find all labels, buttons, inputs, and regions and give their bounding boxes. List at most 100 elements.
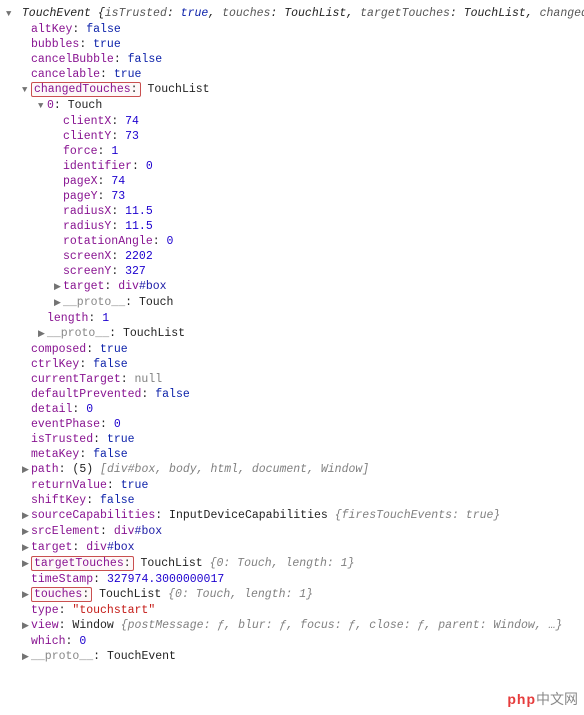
row-currentTarget[interactable]: currentTarget: null	[6, 372, 578, 387]
row-screenY[interactable]: screenY: 327	[6, 264, 578, 279]
row-metaKey[interactable]: metaKey: false	[6, 447, 578, 462]
row-touch-target[interactable]: ▶target: div#box	[6, 279, 578, 295]
prop-val: true	[121, 479, 149, 492]
root-object[interactable]: ▼ TouchEvent {isTrusted: true, touches: …	[6, 6, 578, 22]
row-view[interactable]: ▶view: Window {postMessage: ƒ, blur: ƒ, …	[6, 618, 578, 634]
row-path[interactable]: ▶path: (5) [div#box, body, html, documen…	[6, 462, 578, 478]
row-force[interactable]: force: 1	[6, 144, 578, 159]
row-radiusX[interactable]: radiusX: 11.5	[6, 204, 578, 219]
elem-tag: div	[118, 280, 139, 293]
row-cancelable[interactable]: cancelable: true	[6, 67, 578, 82]
preview-val: TouchList	[464, 7, 526, 20]
watermark: php中文网	[507, 692, 578, 707]
prop-key: screenX	[63, 250, 111, 263]
row-composed[interactable]: composed: true	[6, 342, 578, 357]
chevron-right-icon: ▶	[22, 541, 30, 556]
row-ct-length[interactable]: length: 1	[6, 311, 578, 326]
row-returnValue[interactable]: returnValue: true	[6, 478, 578, 493]
row-ctrlKey[interactable]: ctrlKey: false	[6, 357, 578, 372]
row-type[interactable]: type: "touchstart"	[6, 603, 578, 618]
prop-val: 2202	[125, 250, 153, 263]
prop-val: Window	[72, 619, 113, 632]
chevron-right-icon: ▶	[22, 525, 30, 540]
row-defaultPrevented[interactable]: defaultPrevented: false	[6, 387, 578, 402]
prop-key: metaKey	[31, 448, 79, 461]
row-pageY[interactable]: pageY: 73	[6, 189, 578, 204]
row-touch-proto[interactable]: ▶__proto__: Touch	[6, 295, 578, 311]
row-radiusY[interactable]: radiusY: 11.5	[6, 219, 578, 234]
row-screenX[interactable]: screenX: 2202	[6, 249, 578, 264]
row-clientX[interactable]: clientX: 74	[6, 114, 578, 129]
prop-key: pageX	[63, 175, 98, 188]
prop-val: 0	[167, 235, 174, 248]
prop-key: timeStamp	[31, 573, 93, 586]
prop-val: false	[86, 23, 121, 36]
row-isTrusted[interactable]: isTrusted: true	[6, 432, 578, 447]
prop-val: true	[114, 68, 142, 81]
prop-val: true	[107, 433, 135, 446]
prop-val: 5	[79, 463, 86, 476]
row-srcElement[interactable]: ▶srcElement: div#box	[6, 524, 578, 540]
prop-val: false	[93, 448, 128, 461]
prop-key: __proto__	[47, 327, 109, 340]
chevron-right-icon: ▶	[38, 327, 46, 342]
prop-val: 73	[125, 130, 139, 143]
row-ct-proto[interactable]: ▶__proto__: TouchList	[6, 326, 578, 342]
watermark-brand: php	[507, 691, 536, 707]
prop-key: rotationAngle	[63, 235, 153, 248]
root-type: TouchEvent	[22, 7, 91, 20]
prop-key: identifier	[63, 160, 132, 173]
prop-key: type	[31, 604, 59, 617]
row-which[interactable]: which: 0	[6, 634, 578, 649]
prop-val: InputDeviceCapabilities	[169, 509, 328, 522]
elem-tag: div	[86, 541, 107, 554]
row-proto[interactable]: ▶__proto__: TouchEvent	[6, 649, 578, 665]
row-eventPhase[interactable]: eventPhase: 0	[6, 417, 578, 432]
prop-val: TouchList	[147, 83, 209, 96]
preview-val: true	[181, 7, 209, 20]
row-cancelBubble[interactable]: cancelBubble: false	[6, 52, 578, 67]
row-targetTouches[interactable]: ▶targetTouches: TouchList {0: Touch, len…	[6, 556, 578, 572]
prop-val: true	[100, 343, 128, 356]
row-timeStamp[interactable]: timeStamp: 327974.3000000017	[6, 572, 578, 587]
prop-val: 74	[111, 175, 125, 188]
row-changedTouches[interactable]: ▼changedTouches: TouchList	[6, 82, 578, 98]
prop-key: composed	[31, 343, 86, 356]
prop-val: Touch	[68, 99, 103, 112]
row-altKey[interactable]: altKey: false	[6, 22, 578, 37]
chevron-right-icon: ▶	[22, 619, 30, 634]
row-ct-0[interactable]: ▼0: Touch	[6, 98, 578, 114]
row-sourceCapabilities[interactable]: ▶sourceCapabilities: InputDeviceCapabili…	[6, 508, 578, 524]
prop-val: 11.5	[125, 205, 153, 218]
chevron-right-icon: ▶	[54, 280, 62, 295]
elem-id: #box	[107, 541, 135, 554]
row-identifier[interactable]: identifier: 0	[6, 159, 578, 174]
prop-key: altKey	[31, 23, 72, 36]
row-pageX[interactable]: pageX: 74	[6, 174, 578, 189]
preview-key: targetTouches	[360, 7, 450, 20]
chevron-right-icon: ▶	[22, 463, 30, 478]
row-touches[interactable]: ▶touches: TouchList {0: Touch, length: 1…	[6, 587, 578, 603]
row-bubbles[interactable]: bubbles: true	[6, 37, 578, 52]
chevron-right-icon: ▶	[22, 650, 30, 665]
row-clientY[interactable]: clientY: 73	[6, 129, 578, 144]
preview-val: TouchList	[284, 7, 346, 20]
preview-key: isTrusted	[105, 7, 167, 20]
prop-key: srcElement	[31, 525, 100, 538]
prop-key: detail	[31, 403, 72, 416]
row-target[interactable]: ▶target: div#box	[6, 540, 578, 556]
row-rotationAngle[interactable]: rotationAngle: 0	[6, 234, 578, 249]
prop-key: clientY	[63, 130, 111, 143]
prop-val: false	[100, 494, 135, 507]
prop-val: true	[93, 38, 121, 51]
chevron-down-icon: ▼	[6, 7, 14, 22]
prop-val: false	[128, 53, 163, 66]
prop-key: target	[63, 280, 104, 293]
prop-preview: {postMessage: ƒ, blur: ƒ, focus: ƒ, clos…	[121, 619, 563, 632]
prop-key: __proto__	[63, 296, 125, 309]
chevron-down-icon: ▼	[38, 99, 46, 114]
row-shiftKey[interactable]: shiftKey: false	[6, 493, 578, 508]
elem-id: #box	[135, 525, 163, 538]
row-detail[interactable]: detail: 0	[6, 402, 578, 417]
chevron-down-icon: ▼	[22, 83, 30, 98]
